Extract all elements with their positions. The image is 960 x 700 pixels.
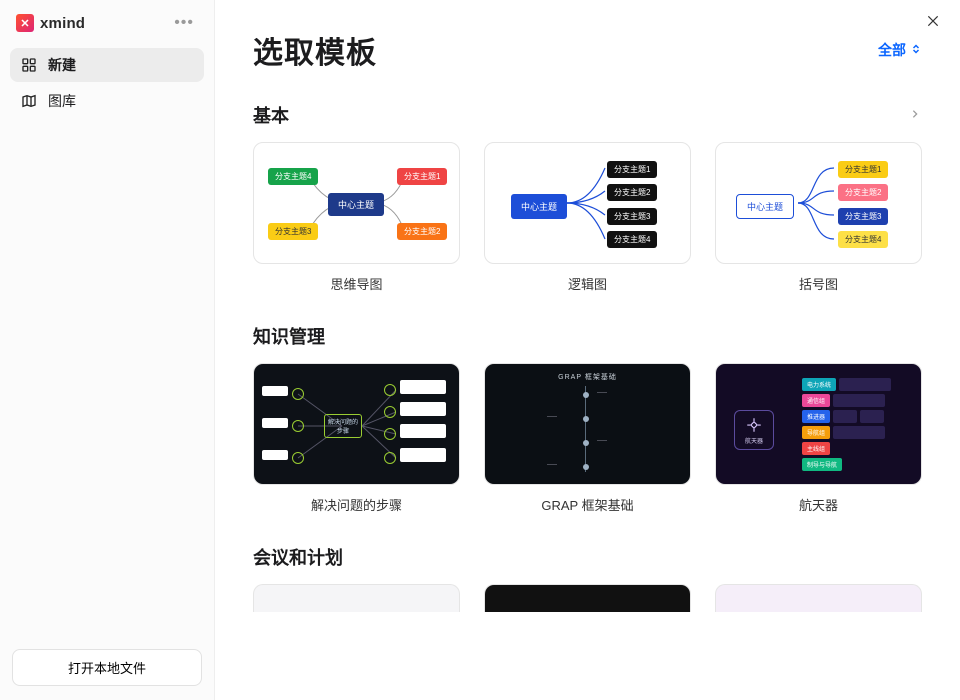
sidebar-nav: 新建 图库	[10, 48, 204, 118]
sort-icon	[910, 42, 922, 59]
template-card-spacecraft[interactable]: 航天器 电力系统 通信组 推进器 导航组 主线组 制导与导航 航天器	[715, 363, 922, 514]
template-thumb	[253, 584, 460, 612]
sidebar-item-label: 图库	[48, 91, 76, 111]
template-thumb: GRAP 框架基础 —— —— —— ——	[484, 363, 691, 485]
template-name: 航天器	[715, 495, 922, 514]
template-name: GRAP 框架基础	[484, 495, 691, 514]
page-header: 选取模板 全部	[253, 28, 922, 72]
template-name: 括号图	[715, 274, 922, 293]
section-knowledge: 知识管理 解决问题的 步骤	[253, 323, 922, 514]
filter-label: 全部	[878, 40, 906, 60]
more-button[interactable]: •••	[170, 12, 198, 34]
sidebar-header: xmind •••	[10, 10, 204, 48]
template-name: 逻辑图	[484, 274, 691, 293]
template-thumb: 中心主题 分支主题1 分支主题2 分支主题3 分支主题4	[715, 142, 922, 264]
page-title: 选取模板	[253, 28, 377, 72]
template-thumb	[715, 584, 922, 612]
template-card-brace[interactable]: 中心主题 分支主题1 分支主题2 分支主题3 分支主题4 括号图	[715, 142, 922, 293]
thumb-center-label: 解决问题的 步骤	[324, 414, 362, 438]
chevron-right-icon[interactable]	[908, 103, 922, 128]
satellite-icon: 航天器	[734, 410, 774, 450]
template-thumb	[484, 584, 691, 612]
brand: xmind	[16, 14, 85, 32]
brand-text: xmind	[40, 15, 85, 32]
template-card-placeholder[interactable]	[484, 584, 691, 612]
template-thumb: 中心主题 分支主题1 分支主题2 分支主题3 分支主题4	[484, 142, 691, 264]
filter-all[interactable]: 全部	[878, 40, 922, 60]
brand-logo-icon	[16, 14, 34, 32]
template-card-problem-steps[interactable]: 解决问题的 步骤	[253, 363, 460, 514]
template-name: 解决问题的步骤	[253, 495, 460, 514]
template-card-placeholder[interactable]	[253, 584, 460, 612]
section-basic: 基本 中心主题 分支主题4 分支主题3 分支主题1	[253, 102, 922, 293]
template-thumb: 中心主题 分支主题4 分支主题3 分支主题1 分支主题2	[253, 142, 460, 264]
grid-icon	[20, 56, 38, 74]
thumb-title: GRAP 框架基础	[485, 364, 690, 382]
sidebar-item-new[interactable]: 新建	[10, 48, 204, 82]
template-card-grap[interactable]: GRAP 框架基础 —— —— —— —— GRAP 框架基础	[484, 363, 691, 514]
template-card-placeholder[interactable]	[715, 584, 922, 612]
section-title: 知识管理	[253, 323, 325, 349]
sidebar-footer: 打开本地文件	[10, 649, 204, 690]
template-card-mindmap[interactable]: 中心主题 分支主题4 分支主题3 分支主题1 分支主题2 思维导图	[253, 142, 460, 293]
section-title: 基本	[253, 102, 289, 128]
close-icon[interactable]	[922, 10, 944, 37]
template-name: 思维导图	[253, 274, 460, 293]
open-local-file-button[interactable]: 打开本地文件	[12, 649, 202, 686]
map-icon	[20, 92, 38, 110]
section-meeting: 会议和计划	[253, 544, 922, 612]
template-card-logic[interactable]: 中心主题 分支主题1 分支主题2 分支主题3 分支主题4 逻辑图	[484, 142, 691, 293]
sidebar: xmind ••• 新建 图库 打开本地文件	[0, 0, 215, 700]
main-panel: 选取模板 全部 基本	[215, 0, 960, 700]
sidebar-item-label: 新建	[48, 55, 76, 75]
template-thumb: 航天器 电力系统 通信组 推进器 导航组 主线组 制导与导航	[715, 363, 922, 485]
template-thumb: 解决问题的 步骤	[253, 363, 460, 485]
section-title: 会议和计划	[253, 544, 343, 570]
sidebar-item-gallery[interactable]: 图库	[10, 84, 204, 118]
